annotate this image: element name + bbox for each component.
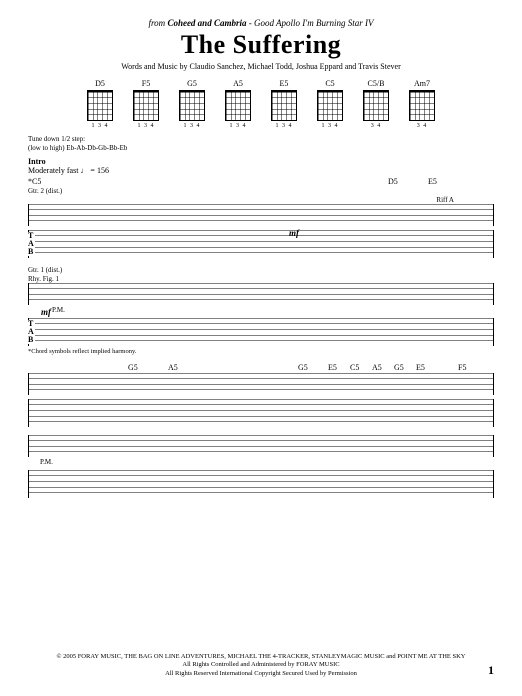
sheet-music-page: from Coheed and Cambria - Good Apollo I'… xyxy=(0,0,522,696)
chord-diagram: A5 1 3 4 xyxy=(223,79,253,129)
chord-grid xyxy=(317,90,343,121)
song-title: The Suffering xyxy=(28,30,494,60)
chord-fingering: 1 3 4 xyxy=(322,123,339,129)
chord-fingering: 3 4 xyxy=(371,123,382,129)
chord-symbol: *C5 xyxy=(28,177,41,186)
tab-staff xyxy=(28,470,494,498)
chord-grid xyxy=(363,90,389,121)
chord-grid xyxy=(225,90,251,121)
tempo-marking: Moderately fast ♩ = 156 xyxy=(28,166,494,175)
chord-symbol: F5 xyxy=(458,363,466,372)
chord-grid xyxy=(409,90,435,121)
section-intro-label: Intro xyxy=(28,157,494,166)
source-line: from Coheed and Cambria - Good Apollo I'… xyxy=(28,18,494,28)
chord-name: E5 xyxy=(280,79,289,88)
chord-grid xyxy=(271,90,297,121)
chord-diagram-row: D5 1 3 4 F5 1 3 4 G5 1 3 4 A5 1 3 4 E5 1 3 4 C5 1 3… xyxy=(28,79,494,129)
chord-marks-sys1: *C5 D5 E5 xyxy=(28,177,494,187)
palm-mute: P.M. xyxy=(40,458,494,466)
chord-symbol: C5 xyxy=(350,363,359,372)
notation-staff xyxy=(28,373,494,395)
chord-fingering: 1 3 4 xyxy=(138,123,155,129)
palm-mute: P.M. xyxy=(52,306,494,314)
chord-marks-sys2: G5 A5 G5 E5 C5 A5 G5 E5 F5 xyxy=(28,363,494,373)
chord-symbol: D5 xyxy=(388,177,398,186)
chord-diagram: G5 1 3 4 xyxy=(177,79,207,129)
chord-name: A5 xyxy=(233,79,243,88)
chord-symbol: G5 xyxy=(298,363,308,372)
chord-symbol: A5 xyxy=(168,363,178,372)
notation-staff xyxy=(28,435,494,457)
gtr2-label: Gtr. 2 (dist.) xyxy=(28,187,494,195)
riff-a-label: Riff A xyxy=(28,196,454,204)
chord-diagram: C5 1 3 4 xyxy=(315,79,345,129)
dynamic-mf: mf xyxy=(41,307,51,317)
system-1-gtr2: Gtr. 2 (dist.) Riff A mf TAB xyxy=(28,187,494,258)
gtr1-label: Gtr. 1 (dist.) xyxy=(28,266,494,274)
album-name: Good Apollo I'm Burning Star IV xyxy=(254,18,374,28)
chord-fingering: 1 3 4 xyxy=(230,123,247,129)
system-2-lower: P.M. xyxy=(28,435,494,498)
notation-staff: mf xyxy=(28,204,494,226)
chord-fingering: 3 4 xyxy=(417,123,428,129)
copyright-line-2: All Rights Controlled and Administered b… xyxy=(28,661,494,669)
chord-symbol: E5 xyxy=(416,363,425,372)
chord-footnote: *Chord symbols reflect implied harmony. xyxy=(28,348,494,355)
writer-credits: Words and Music by Claudio Sanchez, Mich… xyxy=(28,62,494,71)
notation-staff: mf xyxy=(28,283,494,305)
tuning-line-1: Tune down 1/2 step: xyxy=(28,135,494,144)
tab-staff: TAB xyxy=(28,318,494,346)
chord-fingering: 1 3 4 xyxy=(184,123,201,129)
chord-name: F5 xyxy=(142,79,150,88)
copyright-line-1: © 2005 FORAY MUSIC, THE BAG ON LINE ADVE… xyxy=(28,653,494,661)
page-number: 1 xyxy=(488,663,494,678)
chord-symbol: G5 xyxy=(128,363,138,372)
chord-name: C5/B xyxy=(368,79,385,88)
chord-grid xyxy=(133,90,159,121)
copyright-block: © 2005 FORAY MUSIC, THE BAG ON LINE ADVE… xyxy=(28,653,494,678)
tab-staff xyxy=(28,399,494,427)
chord-fingering: 1 3 4 xyxy=(276,123,293,129)
chord-diagram: C5/B 3 4 xyxy=(361,79,391,129)
chord-symbol: A5 xyxy=(372,363,382,372)
chord-name: D5 xyxy=(95,79,105,88)
chord-diagram: F5 1 3 4 xyxy=(131,79,161,129)
from-prefix: from xyxy=(149,18,168,28)
tab-staff: TAB xyxy=(28,230,494,258)
chord-grid xyxy=(179,90,205,121)
tuning-instructions: Tune down 1/2 step: (low to high) Eb-Ab-… xyxy=(28,135,494,153)
artist-name: Coheed and Cambria xyxy=(167,18,246,28)
chord-symbol: G5 xyxy=(394,363,404,372)
chord-symbol: E5 xyxy=(328,363,337,372)
rhy-fig-label: Rhy. Fig. 1 xyxy=(28,275,494,283)
chord-symbol: E5 xyxy=(428,177,437,186)
chord-fingering: 1 3 4 xyxy=(92,123,109,129)
system-2-upper xyxy=(28,373,494,427)
copyright-line-3: All Rights Reserved International Copyri… xyxy=(28,670,494,678)
chord-diagram: E5 1 3 4 xyxy=(269,79,299,129)
tab-label: TAB xyxy=(27,232,35,256)
chord-name: G5 xyxy=(187,79,197,88)
chord-diagram: Am7 3 4 xyxy=(407,79,437,129)
chord-name: Am7 xyxy=(414,79,430,88)
tuning-line-2: (low to high) Eb-Ab-Db-Gb-Bb-Eb xyxy=(28,144,494,153)
chord-diagram: D5 1 3 4 xyxy=(85,79,115,129)
system-1-gtr1: Gtr. 1 (dist.) Rhy. Fig. 1 mf P.M. TAB *… xyxy=(28,266,494,355)
chord-name: C5 xyxy=(325,79,334,88)
tab-label: TAB xyxy=(27,320,35,344)
chord-grid xyxy=(87,90,113,121)
album-sep: - xyxy=(246,18,254,28)
